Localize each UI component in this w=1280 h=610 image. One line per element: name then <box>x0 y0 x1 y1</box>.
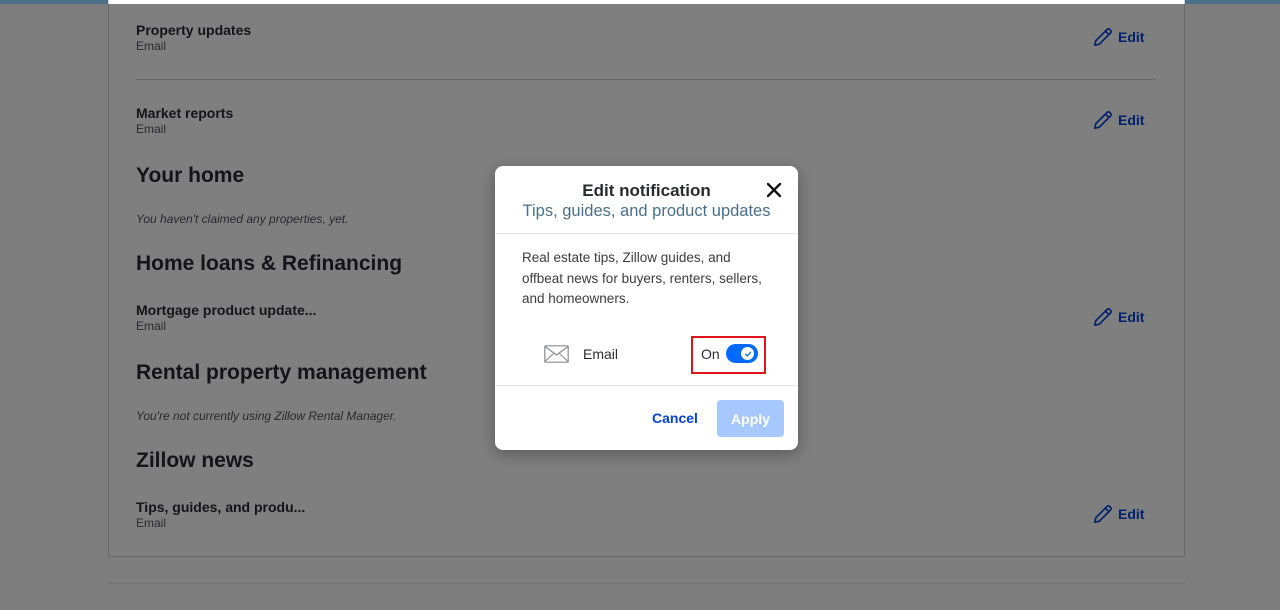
close-button[interactable] <box>764 180 784 200</box>
dialog-description: Real estate tips, Zillow guides, and off… <box>522 250 762 306</box>
toggle-state-label: On <box>701 346 720 362</box>
check-icon <box>744 351 751 357</box>
cancel-button[interactable]: Cancel <box>641 400 709 436</box>
dialog-subtitle: Tips, guides, and product updates <box>522 202 771 220</box>
toggle-knob <box>741 347 754 360</box>
dialog-title: Edit notification <box>582 181 711 200</box>
dialog-footer-divider <box>495 385 798 386</box>
close-icon <box>766 182 782 198</box>
email-toggle[interactable] <box>726 344 758 363</box>
edit-notification-dialog: Edit notification Tips, guides, and prod… <box>495 166 798 450</box>
channel-label-email: Email <box>583 346 619 362</box>
dialog-divider <box>495 233 798 234</box>
mail-icon <box>544 345 569 363</box>
apply-button[interactable]: Apply <box>717 400 784 437</box>
